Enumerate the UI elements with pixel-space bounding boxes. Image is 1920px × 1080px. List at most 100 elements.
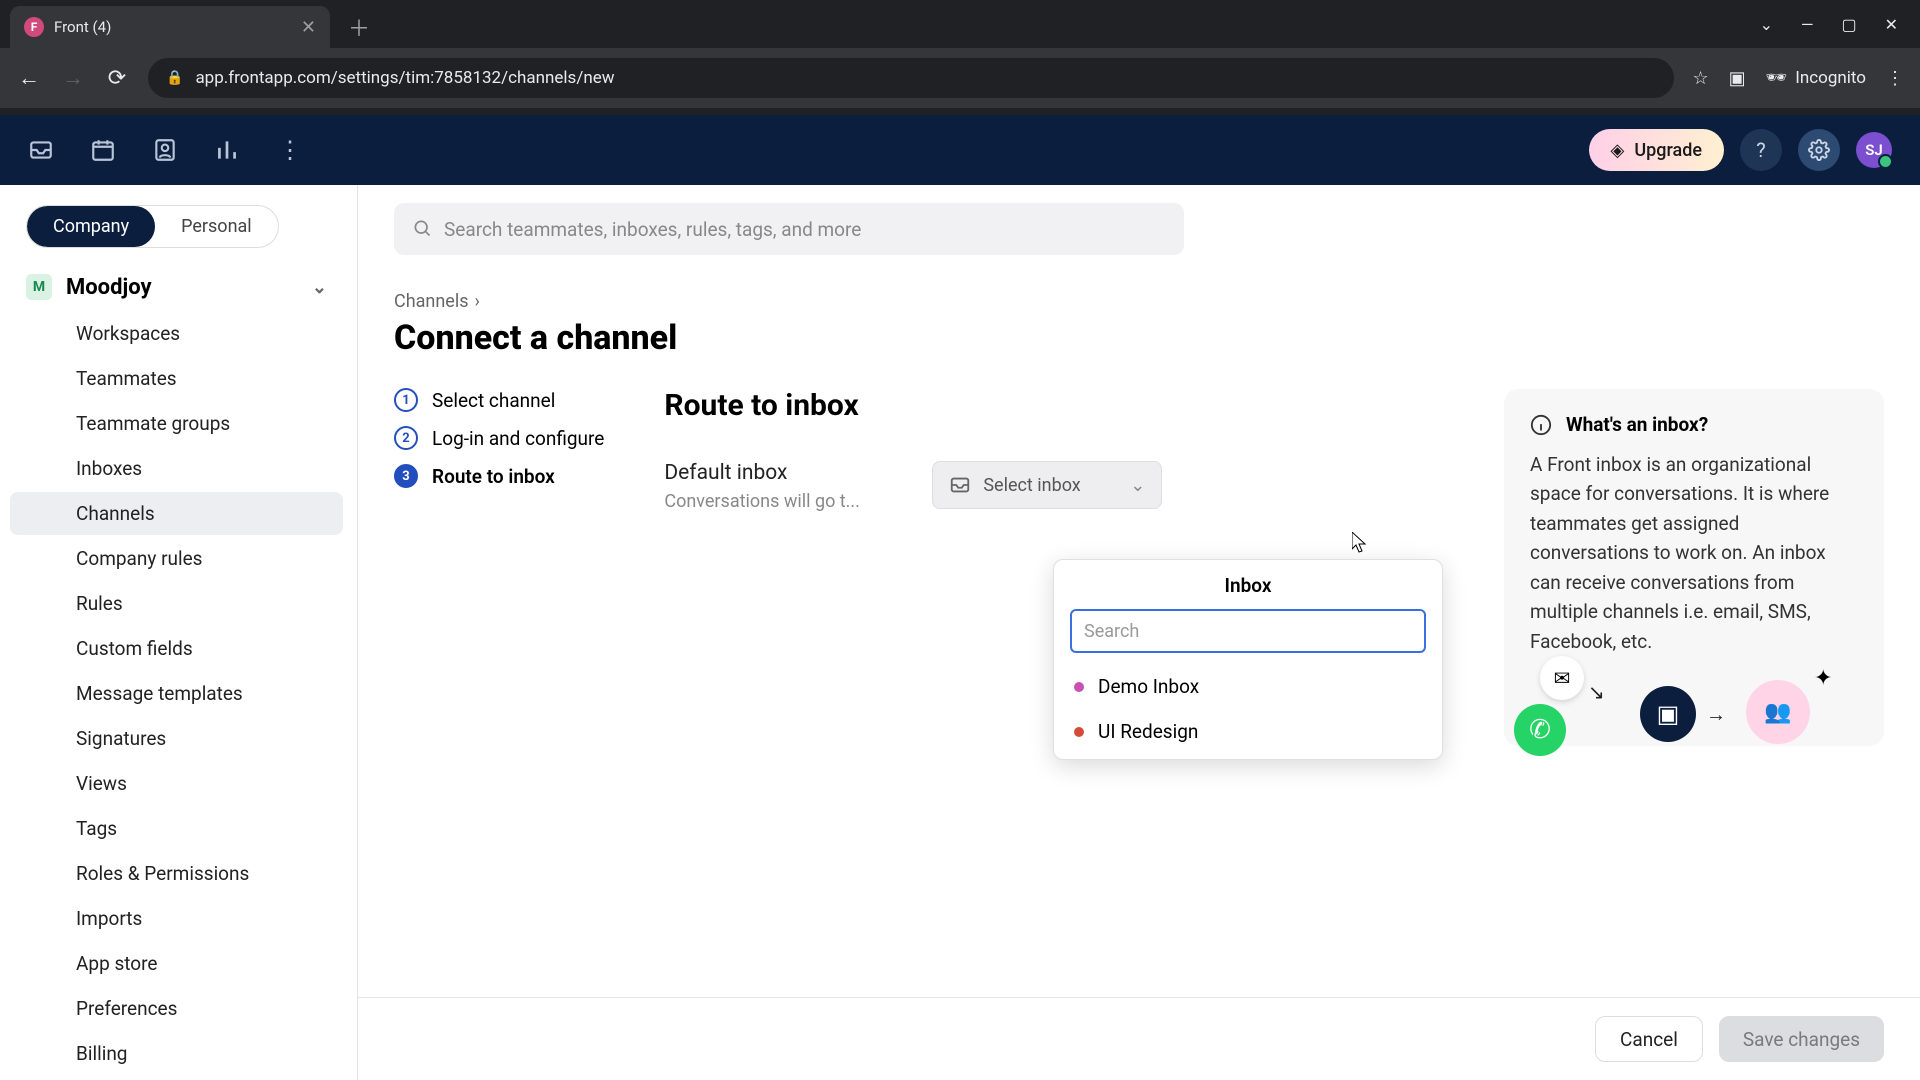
settings-search-input[interactable] xyxy=(394,203,1184,255)
browser-chrome: F Front (4) ✕ ＋ ⌄ ― ▢ ✕ ← → ⟳ 🔒 app.fron… xyxy=(0,0,1920,115)
sidebar-item-company-rules[interactable]: Company rules xyxy=(10,537,343,580)
back-button[interactable]: ← xyxy=(16,65,42,91)
sidebar-item-app-store[interactable]: App store xyxy=(10,942,343,985)
more-icon[interactable]: ⋮ xyxy=(276,136,304,164)
close-tab-icon[interactable]: ✕ xyxy=(301,17,316,38)
sidebar-item-teammates[interactable]: Teammates xyxy=(10,357,343,400)
field-label: Default inbox xyxy=(664,461,904,485)
extensions-icon[interactable]: ▣ xyxy=(1729,68,1746,89)
reload-button[interactable]: ⟳ xyxy=(104,66,130,91)
incognito-icon: 🕶 xyxy=(1766,68,1788,88)
inbox-outline-icon xyxy=(949,474,971,496)
step-3[interactable]: 3Route to inbox xyxy=(394,464,604,488)
gem-icon: ◈ xyxy=(1611,140,1625,161)
app-topbar: ⋮ ◈ Upgrade ? SJ xyxy=(0,115,1920,185)
url-text: app.frontapp.com/settings/tim:7858132/ch… xyxy=(195,68,614,88)
dropdown-option[interactable]: UI Redesign xyxy=(1070,714,1426,749)
user-avatar[interactable]: SJ xyxy=(1856,132,1892,168)
mouse-cursor xyxy=(1352,532,1368,554)
inbox-node-icon: ▣ xyxy=(1640,686,1696,742)
step-label: Route to inbox xyxy=(432,465,555,488)
sidebar-item-billing[interactable]: Billing xyxy=(10,1032,343,1075)
tab-title: Front (4) xyxy=(54,18,291,36)
calendar-icon[interactable] xyxy=(90,137,118,163)
sidebar-item-teammate-groups[interactable]: Teammate groups xyxy=(10,402,343,445)
tab-bar: F Front (4) ✕ ＋ ⌄ ― ▢ ✕ xyxy=(0,0,1920,48)
new-tab-button[interactable]: ＋ xyxy=(348,11,370,43)
option-label: Demo Inbox xyxy=(1098,675,1199,698)
info-icon xyxy=(1530,414,1552,436)
scope-personal[interactable]: Personal xyxy=(155,206,278,247)
step-2[interactable]: 2Log-in and configure xyxy=(394,426,604,450)
info-illustration: ✉ ✆ ↘ ▣ → 👥 ✦ xyxy=(1514,652,1874,752)
cancel-button[interactable]: Cancel xyxy=(1595,1016,1703,1062)
sidebar-item-tags[interactable]: Tags xyxy=(10,807,343,850)
inbox-dropdown: Inbox Demo Inbox UI Redesign xyxy=(1053,559,1443,760)
org-header[interactable]: M Moodjoy ⌄ xyxy=(0,260,353,310)
dropdown-search-input[interactable] xyxy=(1070,609,1426,653)
sidebar-item-preferences[interactable]: Preferences xyxy=(10,987,343,1030)
sidebar-item-channels[interactable]: Channels xyxy=(10,492,343,535)
step-label: Select channel xyxy=(432,389,555,412)
minimize-icon[interactable]: ― xyxy=(1801,15,1814,34)
scope-toggle: Company Personal xyxy=(26,205,279,248)
gmail-icon: ✉ xyxy=(1540,656,1584,700)
info-card: What's an inbox? A Front inbox is an org… xyxy=(1504,389,1884,746)
sidebar-item-roles-permissions[interactable]: Roles & Permissions xyxy=(10,852,343,895)
sidebar-item-inboxes[interactable]: Inboxes xyxy=(10,447,343,490)
breadcrumb-parent[interactable]: Channels xyxy=(394,291,469,312)
help-button[interactable]: ? xyxy=(1740,129,1782,171)
settings-sidebar: Company Personal M Moodjoy ⌄ WorkspacesT… xyxy=(0,185,358,1080)
inbox-icon[interactable] xyxy=(28,137,56,163)
step-number: 2 xyxy=(394,426,418,450)
spark-icon: ✦ xyxy=(1814,666,1832,691)
upgrade-button[interactable]: ◈ Upgrade xyxy=(1589,129,1724,171)
search-icon xyxy=(412,218,432,238)
org-badge: M xyxy=(26,274,52,300)
arrow-icon: ↘ xyxy=(1588,680,1605,704)
tab-overview-icon[interactable]: ⌄ xyxy=(1760,15,1773,34)
browser-menu-icon[interactable]: ⋮ xyxy=(1886,68,1904,89)
close-window-icon[interactable]: ✕ xyxy=(1885,15,1898,34)
footer-actions: Cancel Save changes xyxy=(358,997,1920,1080)
front-favicon: F xyxy=(24,17,44,37)
forward-button[interactable]: → xyxy=(60,65,86,91)
sidebar-item-workspaces[interactable]: Workspaces xyxy=(10,312,343,355)
step-number: 1 xyxy=(394,388,418,412)
dropdown-title: Inbox xyxy=(1070,574,1426,597)
dropdown-option[interactable]: Demo Inbox xyxy=(1070,669,1426,704)
color-dot xyxy=(1074,727,1084,737)
info-body: A Front inbox is an organizational space… xyxy=(1530,450,1858,656)
step-1[interactable]: 1 Select channel xyxy=(394,388,604,412)
url-field[interactable]: 🔒 app.frontapp.com/settings/tim:7858132/… xyxy=(148,58,1674,98)
main-content: Channels › Connect a channel 1Select cha… xyxy=(358,185,1920,1080)
arrow-icon: → xyxy=(1706,702,1726,727)
sidebar-item-message-templates[interactable]: Message templates xyxy=(10,672,343,715)
sidebar-item-imports[interactable]: Imports xyxy=(10,897,343,940)
window-controls: ⌄ ― ▢ ✕ xyxy=(1760,15,1920,34)
settings-button[interactable] xyxy=(1798,129,1840,171)
sidebar-item-views[interactable]: Views xyxy=(10,762,343,805)
color-dot xyxy=(1074,682,1084,692)
whatsapp-icon: ✆ xyxy=(1514,704,1566,756)
chevron-down-icon: ⌄ xyxy=(1130,475,1145,496)
info-title: What's an inbox? xyxy=(1566,413,1708,436)
org-name: Moodjoy xyxy=(66,275,152,300)
browser-tab[interactable]: F Front (4) ✕ xyxy=(10,6,330,48)
sidebar-item-rules[interactable]: Rules xyxy=(10,582,343,625)
contacts-icon[interactable] xyxy=(152,137,180,163)
select-inbox-button[interactable]: Select inbox ⌄ xyxy=(932,461,1162,509)
sidebar-item-custom-fields[interactable]: Custom fields xyxy=(10,627,343,670)
analytics-icon[interactable] xyxy=(214,137,242,163)
sidebar-item-signatures[interactable]: Signatures xyxy=(10,717,343,760)
breadcrumb: Channels › xyxy=(394,291,1884,312)
option-label: UI Redesign xyxy=(1098,720,1198,743)
steps-list: 1 Select channel 2Log-in and configure 3Rou… xyxy=(394,388,604,512)
save-button[interactable]: Save changes xyxy=(1719,1016,1884,1062)
bookmark-icon[interactable]: ☆ xyxy=(1692,68,1708,89)
people-icon: 👥 xyxy=(1746,680,1810,744)
lock-icon: 🔒 xyxy=(166,70,183,86)
incognito-badge: 🕶 Incognito xyxy=(1766,68,1866,88)
scope-company[interactable]: Company xyxy=(27,206,155,247)
maximize-icon[interactable]: ▢ xyxy=(1841,15,1856,34)
